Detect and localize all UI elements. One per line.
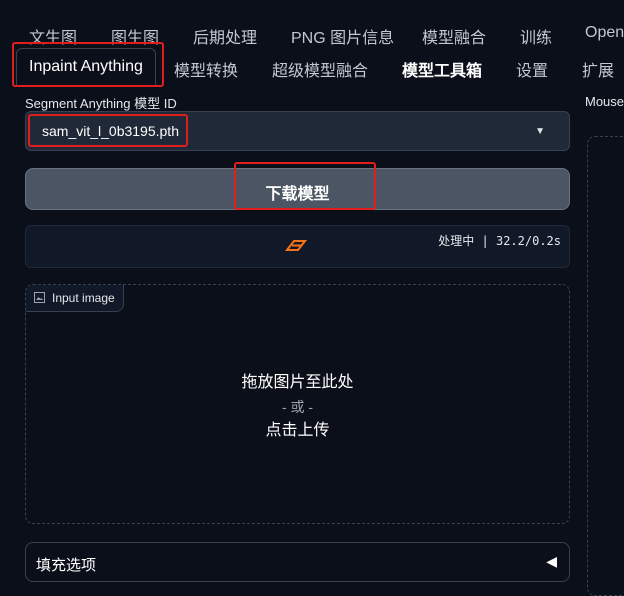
- input-image-label: Input image: [26, 285, 124, 312]
- tab-inpaint-anything[interactable]: Inpaint Anything: [16, 48, 156, 86]
- tab-checkpoint-merger[interactable]: 模型融合: [422, 24, 486, 48]
- input-image-dropzone[interactable]: Input image 拖放图片至此处 - 或 - 点击上传: [25, 284, 570, 524]
- fill-options-accordion[interactable]: 填充选项 ◀: [25, 542, 570, 582]
- collapse-arrow-icon: ◀: [546, 553, 557, 569]
- tab-extensions[interactable]: 扩展: [582, 57, 614, 81]
- progress-text: 处理中 | 32.2/0.2s: [438, 234, 561, 248]
- tab-supermerger[interactable]: 超级模型融合: [272, 57, 368, 81]
- tab-png-info[interactable]: PNG 图片信息: [291, 24, 394, 48]
- tab-extras[interactable]: 后期处理: [193, 24, 257, 48]
- model-id-label: Segment Anything 模型 ID: [25, 96, 177, 111]
- chevron-down-icon: ▼: [535, 126, 545, 137]
- tab-inpaint-anything-label: Inpaint Anything: [29, 58, 143, 75]
- tab-openpose[interactable]: OpenP: [585, 24, 624, 42]
- click-upload-text: 点击上传: [265, 422, 330, 439]
- image-icon: [34, 292, 45, 303]
- loading-icon: [284, 240, 308, 251]
- tab-settings[interactable]: 设置: [516, 57, 548, 81]
- tab-model-convert[interactable]: 模型转换: [174, 57, 238, 81]
- progress-status: 处理中 | 32.2/0.2s: [25, 225, 570, 268]
- right-image-panel[interactable]: [587, 136, 624, 596]
- drop-image-text: 拖放图片至此处: [241, 374, 354, 391]
- or-separator: - 或 -: [281, 399, 314, 415]
- tab-train[interactable]: 训练: [520, 24, 552, 48]
- input-image-label-text: Input image: [52, 291, 115, 305]
- model-id-dropdown[interactable]: sam_vit_l_0b3195.pth ▼: [25, 111, 570, 151]
- mouse-panel-label: Mouse: [585, 94, 624, 109]
- download-model-label: 下载模型: [265, 186, 330, 203]
- model-id-value: sam_vit_l_0b3195.pth: [42, 123, 179, 139]
- tab-img2img[interactable]: 图生图: [111, 24, 159, 48]
- tab-model-toolkit[interactable]: 模型工具箱: [402, 57, 482, 81]
- download-model-button[interactable]: 下载模型: [25, 168, 570, 210]
- tab-txt2img[interactable]: 文生图: [29, 24, 77, 48]
- fill-options-title: 填充选项: [36, 557, 97, 574]
- upload-prompt: 拖放图片至此处 - 或 - 点击上传: [26, 371, 569, 443]
